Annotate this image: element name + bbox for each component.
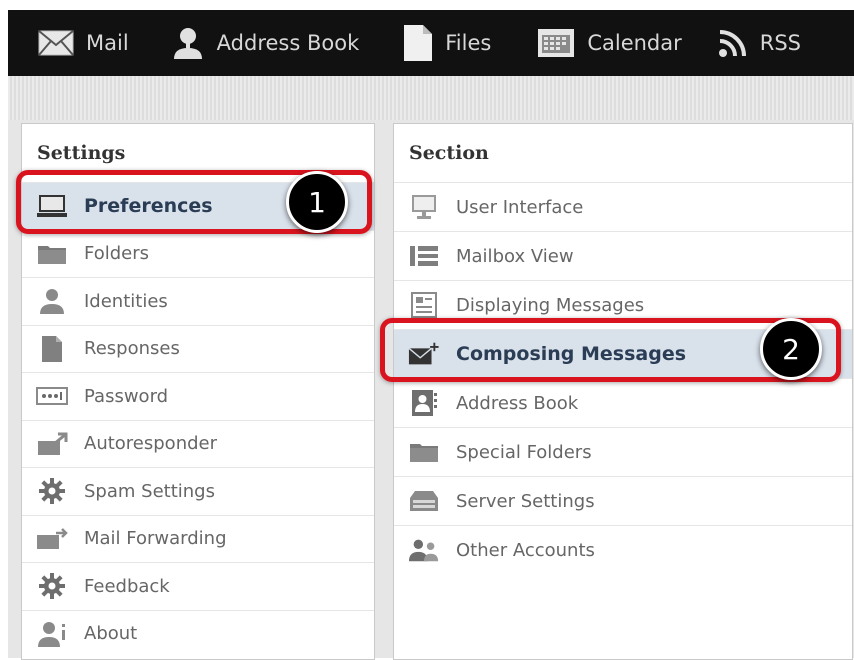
section-item-label: Special Folders	[456, 441, 592, 463]
rss-icon	[718, 28, 748, 58]
settings-item-spam-settings[interactable]: Spam Settings	[22, 467, 374, 515]
autoresponder-icon	[36, 430, 68, 458]
section-item-label: User Interface	[456, 196, 584, 218]
settings-item-mail-forwarding[interactable]: Mail Forwarding	[22, 514, 374, 563]
folder-icon	[408, 438, 440, 466]
settings-item-label: Feedback	[84, 575, 170, 597]
section-item-label: Displaying Messages	[456, 294, 645, 316]
settings-item-label: Responses	[84, 338, 180, 360]
settings-item-label: Password	[84, 385, 169, 407]
address-book-icon	[408, 389, 440, 417]
nav-address-book-label: Address Book	[216, 31, 360, 55]
forward-mail-icon	[36, 525, 68, 553]
settings-item-identities[interactable]: Identities	[22, 277, 374, 325]
settings-item-responses[interactable]: Responses	[22, 324, 374, 373]
section-panel-title: Section	[409, 142, 489, 164]
person-icon	[171, 26, 205, 60]
section-item-other-accounts[interactable]: Other Accounts	[394, 525, 852, 574]
server-icon	[408, 487, 440, 515]
section-item-special-folders[interactable]: Special Folders	[394, 427, 852, 476]
nav-mail[interactable]: Mail	[38, 10, 129, 76]
section-panel: Section User Interface Mailbox View Disp…	[393, 123, 853, 660]
section-item-address-book[interactable]: Address Book	[394, 378, 852, 427]
settings-item-autoresponder[interactable]: Autoresponder	[22, 419, 374, 468]
section-item-label: Mailbox View	[456, 245, 574, 267]
settings-item-label: Spam Settings	[84, 480, 215, 502]
top-navigation-bar: Mail Address Book Files Calendar RSS	[8, 10, 854, 76]
monitor-icon	[408, 193, 440, 221]
settings-item-label: About	[84, 623, 138, 645]
section-item-label: Server Settings	[456, 490, 595, 512]
section-item-server-settings[interactable]: Server Settings	[394, 476, 852, 525]
settings-item-password[interactable]: Password	[22, 372, 374, 420]
toolbar-band	[8, 76, 854, 120]
file-icon	[403, 24, 433, 62]
step-badge-2: 2	[760, 318, 822, 380]
message-view-icon	[408, 291, 440, 319]
nav-rss[interactable]: RSS	[718, 10, 801, 76]
section-item-user-interface[interactable]: User Interface	[394, 182, 852, 231]
person-info-icon	[36, 620, 68, 648]
settings-item-label: Mail Forwarding	[84, 528, 227, 550]
step-badge-1: 1	[286, 171, 348, 233]
settings-item-label: Autoresponder	[84, 433, 217, 455]
person-icon	[36, 287, 68, 315]
settings-item-label: Folders	[84, 243, 150, 265]
gear-icon	[36, 477, 68, 505]
list-icon	[408, 242, 440, 270]
nav-rss-label: RSS	[759, 31, 802, 55]
settings-item-feedback[interactable]: Feedback	[22, 562, 374, 610]
section-item-mailbox-view[interactable]: Mailbox View	[394, 231, 852, 280]
nav-calendar[interactable]: Calendar	[537, 10, 682, 76]
calendar-icon	[537, 28, 575, 58]
nav-files-label: Files	[445, 31, 492, 55]
settings-item-label: Identities	[84, 290, 168, 312]
section-item-label: Address Book	[456, 392, 579, 414]
nav-address-book[interactable]: Address Book	[171, 10, 360, 76]
password-icon	[36, 382, 68, 410]
gear-icon	[36, 572, 68, 600]
nav-files[interactable]: Files	[403, 10, 491, 76]
nav-calendar-label: Calendar	[587, 31, 682, 55]
envelope-icon	[38, 30, 74, 56]
nav-mail-label: Mail	[86, 31, 129, 55]
people-icon	[408, 536, 440, 564]
section-item-label: Other Accounts	[456, 539, 595, 561]
settings-item-about[interactable]: About	[22, 609, 374, 658]
settings-item-folders[interactable]: Folders	[22, 229, 374, 278]
document-icon	[36, 335, 68, 363]
folder-icon	[36, 240, 68, 268]
